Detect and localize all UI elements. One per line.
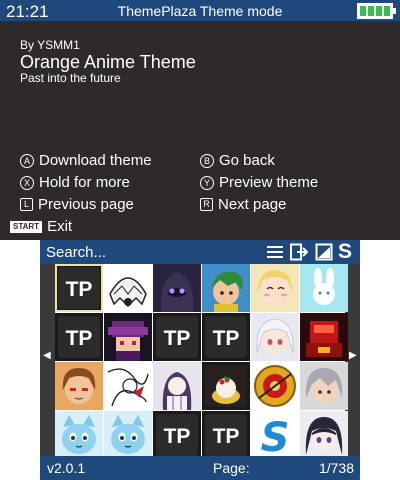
theme-thumbnail-brown-hair-boy-red-eyes[interactable] <box>55 362 103 410</box>
theme-thumbnail-pixel-art-purple-sprite[interactable] <box>104 313 152 361</box>
theme-grid: TP TP TP TP TP TP S <box>55 264 348 459</box>
theme-thumbnail-tp-logo[interactable]: TP <box>202 313 250 361</box>
control-preview: Y Preview theme <box>200 174 318 191</box>
theme-thumbnail-purple-hooded-figure[interactable] <box>153 264 201 312</box>
a-button-icon: A <box>20 153 34 168</box>
control-label: Preview theme <box>219 174 319 191</box>
battery-segment <box>376 6 382 16</box>
control-download: A Download theme <box>20 152 152 169</box>
svg-text:TP: TP <box>213 327 240 350</box>
export-icon[interactable] <box>289 243 309 261</box>
page-indicator: 1/738 <box>318 460 354 476</box>
menu-icon[interactable] <box>266 243 284 261</box>
theme-thumbnail-blue-cat-creature[interactable] <box>55 411 103 459</box>
theme-thumbnail-white-ghost-anime[interactable] <box>104 264 152 312</box>
theme-thumbnail-christmas-pudding[interactable] <box>202 362 250 410</box>
theme-thumbnail-tp-logo[interactable]: TP <box>202 411 250 459</box>
image-icon[interactable] <box>315 243 333 261</box>
theme-thumbnail-blonde-girl-smile[interactable] <box>251 264 299 312</box>
theme-thumbnail-dark-hair-anime-girl[interactable] <box>300 411 348 459</box>
b-button-icon: B <box>200 153 214 168</box>
theme-name: Orange Anime Theme <box>20 52 196 72</box>
page-right-arrow-icon[interactable]: ▶ <box>349 350 357 361</box>
search-input[interactable]: Search... <box>46 244 106 261</box>
l-button-icon: L <box>20 198 33 211</box>
control-prev-page: L Previous page <box>20 196 134 213</box>
status-bar: 21:21 ThemePlaza Theme mode <box>0 0 400 22</box>
control-label: Download theme <box>39 152 152 169</box>
battery-segment <box>360 6 366 16</box>
app-mode-title: ThemePlaza Theme mode <box>117 3 283 19</box>
theme-thumbnail-tp-logo[interactable]: TP <box>55 313 103 361</box>
theme-author: By YSMM1 <box>20 38 80 52</box>
theme-description: Past into the future <box>20 71 121 85</box>
theme-thumbnail-gray-hair-anime-boy[interactable] <box>300 362 348 410</box>
control-label: Exit <box>47 218 73 235</box>
control-hold: X Hold for more <box>20 174 130 191</box>
theme-thumbnail-blue-cat-creature[interactable] <box>104 411 152 459</box>
theme-thumbnail-manga-sketch[interactable] <box>104 362 152 410</box>
bottom-screen: Search... S ◀ ▶ TP TP TP TP TP TP S v2.0… <box>40 240 360 480</box>
battery-segment <box>368 6 374 16</box>
page-left-arrow-icon[interactable]: ◀ <box>43 350 51 361</box>
control-label: Previous page <box>38 196 134 213</box>
r-button-icon: R <box>200 198 213 211</box>
page-label: Page: <box>213 460 250 476</box>
theme-thumbnail-guns-n-roses-logo[interactable] <box>251 362 299 410</box>
control-label: Next page <box>218 196 287 213</box>
control-exit: START Exit <box>10 218 72 235</box>
search-bar[interactable]: Search... S <box>40 240 360 264</box>
battery-segment <box>384 6 390 16</box>
theme-thumbnail-white-hair-anime-girl[interactable] <box>251 313 299 361</box>
theme-thumbnail-tp-logo[interactable]: TP <box>153 313 201 361</box>
svg-text:TP: TP <box>66 327 93 350</box>
theme-thumbnail-green-hair-boy[interactable] <box>202 264 250 312</box>
svg-text:S: S <box>261 415 290 459</box>
battery-icon <box>357 3 396 19</box>
footer-bar: v2.0.1 Page: 1/738 <box>40 456 360 480</box>
theme-thumbnail-tp-logo[interactable]: TP <box>153 411 201 459</box>
theme-thumbnail-tp-logo[interactable]: TP <box>55 264 103 312</box>
sort-icon[interactable]: S <box>338 240 352 263</box>
svg-text:TP: TP <box>164 327 191 350</box>
control-label: Go back <box>219 152 275 169</box>
start-button-icon: START <box>10 220 43 233</box>
x-button-icon: X <box>20 175 34 190</box>
theme-thumbnail-blue-bunny-on-teal[interactable] <box>300 264 348 312</box>
control-go-back: B Go back <box>200 152 275 169</box>
theme-thumbnail-red-pixel-robot[interactable] <box>300 313 348 361</box>
theme-thumbnail-blue-s-logo[interactable]: S <box>251 411 299 459</box>
app-version: v2.0.1 <box>47 460 86 476</box>
top-screen: 21:21 ThemePlaza Theme mode By YSMM1 Ora… <box>0 0 400 240</box>
svg-text:TP: TP <box>164 425 191 448</box>
theme-thumbnail-gothic-lolita-girl[interactable] <box>153 362 201 410</box>
svg-text:TP: TP <box>66 278 93 301</box>
control-next-page: R Next page <box>200 196 286 213</box>
control-label: Hold for more <box>39 174 130 191</box>
svg-text:TP: TP <box>213 425 240 448</box>
y-button-icon: Y <box>200 175 214 190</box>
